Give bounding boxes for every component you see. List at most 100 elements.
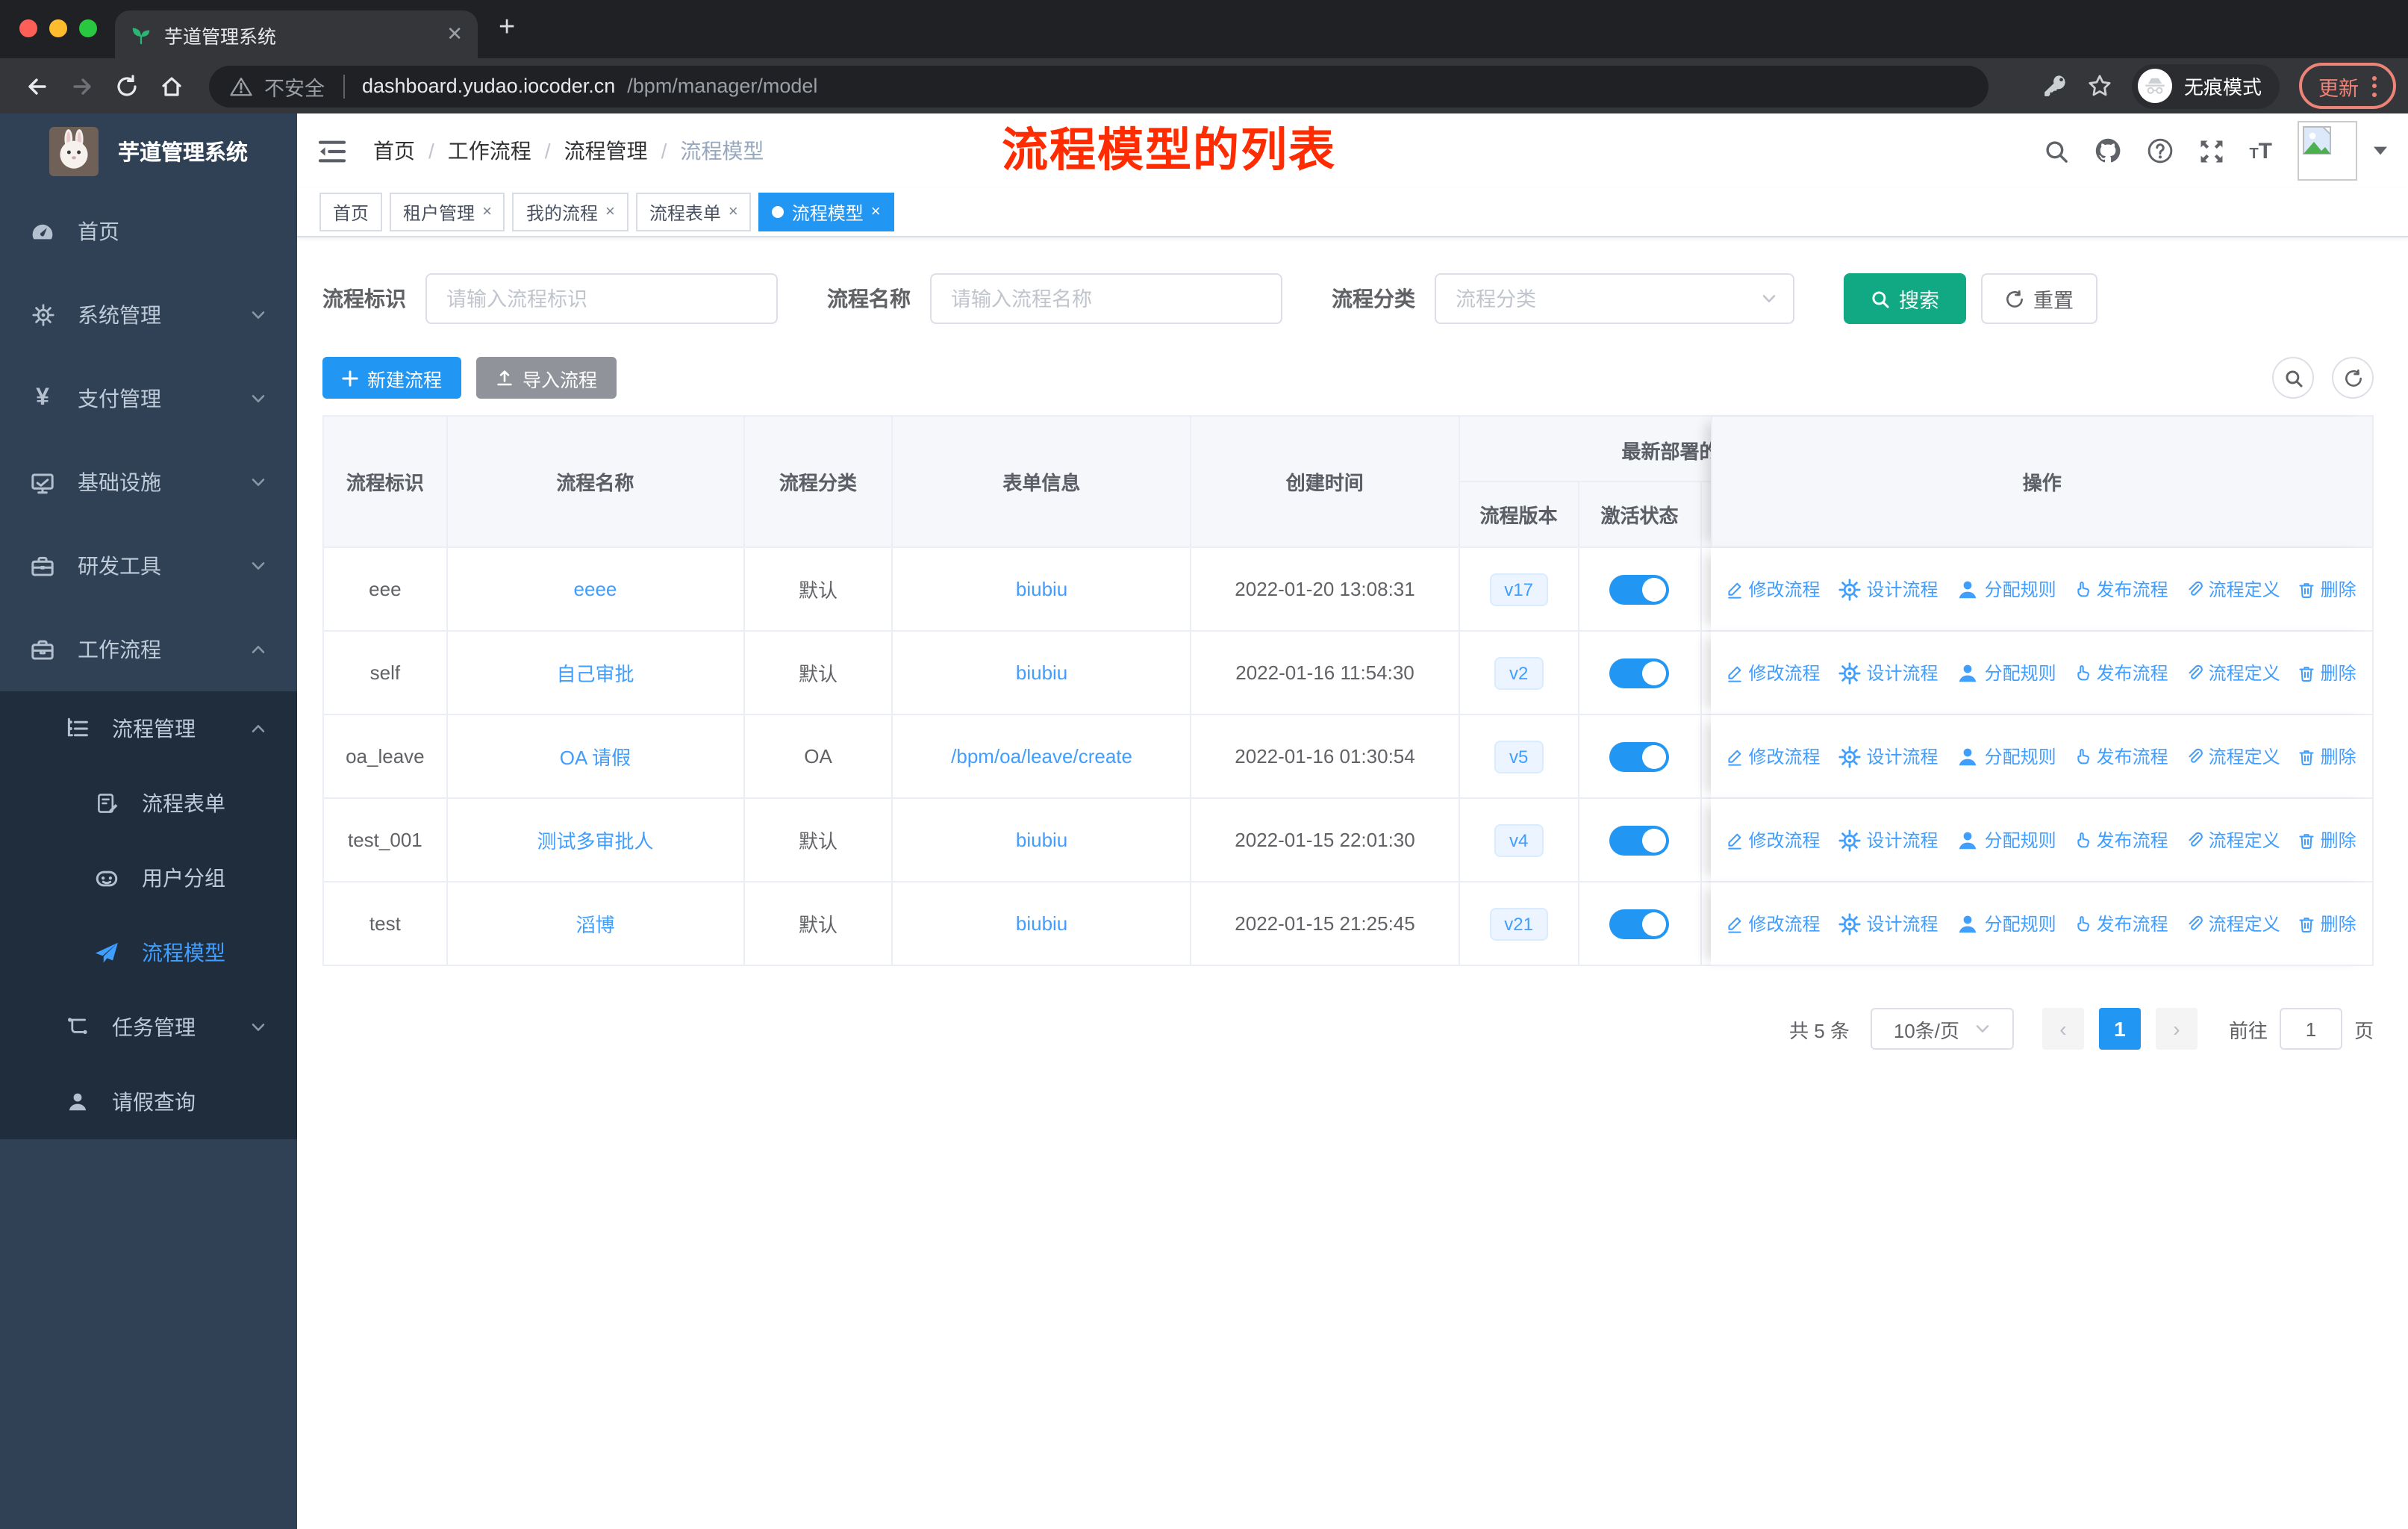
action-modify-link[interactable]: 修改流程 — [1727, 660, 1821, 685]
action-modify-link[interactable]: 修改流程 — [1727, 911, 1821, 936]
breadcrumb-item[interactable]: 工作流程 — [448, 136, 531, 166]
action-modify-link[interactable]: 修改流程 — [1727, 744, 1821, 769]
sidebar-item-bpm-model[interactable]: 流程模型 — [0, 915, 297, 990]
font-size-icon[interactable]: TT — [2249, 138, 2272, 164]
action-assign-link[interactable]: 分配规则 — [1956, 827, 2056, 853]
active-toggle[interactable] — [1609, 825, 1670, 855]
tag-bpm-form[interactable]: 流程表单 × — [635, 193, 752, 231]
sidebar-item-devtools[interactable]: 研发工具 — [0, 524, 297, 608]
url-bar[interactable]: 不安全 dashboard.yudao.iocoder.cn/bpm/manag… — [209, 65, 1989, 107]
sidebar-item-workflow[interactable]: 工作流程 — [0, 608, 297, 691]
process-name-link[interactable]: 滔博 — [576, 909, 614, 938]
github-icon[interactable] — [2094, 137, 2121, 164]
collapse-sidebar-button[interactable] — [318, 138, 346, 164]
refresh-table-button[interactable] — [2332, 357, 2374, 399]
close-window-button[interactable] — [19, 19, 37, 37]
sidebar-item-system[interactable]: 系统管理 — [0, 273, 297, 357]
create-process-button[interactable]: 新建流程 — [322, 357, 462, 399]
active-toggle[interactable] — [1609, 909, 1670, 938]
action-define-link[interactable]: 流程定义 — [2186, 576, 2280, 602]
form-info-link[interactable]: biubiu — [1016, 661, 1067, 684]
close-icon[interactable]: × — [729, 203, 738, 221]
action-assign-link[interactable]: 分配规则 — [1956, 576, 2056, 602]
action-modify-link[interactable]: 修改流程 — [1727, 827, 1821, 853]
help-icon[interactable] — [2146, 137, 2173, 164]
import-process-button[interactable]: 导入流程 — [476, 357, 617, 399]
close-icon[interactable]: × — [871, 203, 881, 221]
tag-bpm-model[interactable]: 流程模型 × — [758, 193, 894, 231]
tag-home[interactable]: 首页 — [319, 193, 383, 231]
action-define-link[interactable]: 流程定义 — [2186, 911, 2280, 936]
process-name-link[interactable]: eeee — [574, 578, 617, 600]
action-design-link[interactable]: 设计流程 — [1838, 744, 1938, 769]
sidebar-item-bpm-form[interactable]: 流程表单 — [0, 766, 297, 841]
action-define-link[interactable]: 流程定义 — [2186, 827, 2280, 853]
action-delete-link[interactable]: 删除 — [2298, 827, 2356, 853]
sidebar-item-home[interactable]: 首页 — [0, 190, 297, 273]
action-assign-link[interactable]: 分配规则 — [1956, 744, 2056, 769]
process-id-input[interactable] — [425, 273, 778, 324]
form-info-link[interactable]: biubiu — [1016, 578, 1067, 600]
breadcrumb-item[interactable]: 首页 — [373, 136, 415, 166]
sidebar-item-payment[interactable]: ¥ 支付管理 — [0, 357, 297, 440]
user-avatar[interactable] — [2298, 121, 2357, 181]
reload-button[interactable] — [115, 74, 139, 98]
page-size-select[interactable]: 10条/页 — [1870, 1008, 2014, 1050]
tab-close-icon[interactable]: ✕ — [446, 22, 463, 46]
new-tab-button[interactable]: + — [499, 12, 515, 45]
action-delete-link[interactable]: 删除 — [2298, 660, 2356, 685]
sidebar-item-infra[interactable]: 基础设施 — [0, 440, 297, 524]
sidebar-logo[interactable]: 芋道管理系统 — [0, 113, 297, 190]
action-assign-link[interactable]: 分配规则 — [1956, 660, 2056, 685]
action-modify-link[interactable]: 修改流程 — [1727, 576, 1821, 602]
show-search-button[interactable] — [2272, 357, 2314, 399]
action-design-link[interactable]: 设计流程 — [1838, 827, 1938, 853]
browser-update-button[interactable]: 更新 — [2299, 63, 2396, 109]
avatar-caret-icon[interactable] — [2374, 146, 2387, 155]
forward-button[interactable] — [70, 74, 94, 98]
search-icon[interactable] — [2043, 138, 2068, 164]
active-toggle[interactable] — [1609, 658, 1670, 688]
process-name-input[interactable] — [930, 273, 1282, 324]
form-info-link[interactable]: biubiu — [1016, 829, 1067, 851]
action-publish-link[interactable]: 发布流程 — [2074, 744, 2168, 769]
sidebar-item-leave-query[interactable]: 请假查询 — [0, 1065, 297, 1139]
prev-page-button[interactable]: ‹ — [2042, 1008, 2084, 1050]
action-delete-link[interactable]: 删除 — [2298, 911, 2356, 936]
browser-tab[interactable]: 芋道管理系统 ✕ — [115, 10, 478, 58]
tag-my-flow[interactable]: 我的流程 × — [512, 193, 628, 231]
breadcrumb-item[interactable]: 流程管理 — [564, 136, 648, 166]
search-button[interactable]: 搜索 — [1844, 273, 1966, 324]
home-button[interactable] — [160, 74, 184, 98]
category-select[interactable] — [1435, 273, 1794, 324]
close-icon[interactable]: × — [482, 203, 492, 221]
browser-menu-icon[interactable] — [2372, 75, 2377, 96]
action-design-link[interactable]: 设计流程 — [1838, 911, 1938, 936]
action-design-link[interactable]: 设计流程 — [1838, 576, 1938, 602]
action-define-link[interactable]: 流程定义 — [2186, 744, 2280, 769]
action-delete-link[interactable]: 删除 — [2298, 744, 2356, 769]
goto-page-input[interactable] — [2279, 1008, 2342, 1050]
action-publish-link[interactable]: 发布流程 — [2074, 911, 2168, 936]
window-controls[interactable] — [19, 19, 97, 37]
password-key-icon[interactable] — [2042, 73, 2068, 99]
process-name-link[interactable]: 自己审批 — [556, 658, 634, 687]
current-page-button[interactable]: 1 — [2098, 1008, 2141, 1050]
action-assign-link[interactable]: 分配规则 — [1956, 911, 2056, 936]
tag-tenant[interactable]: 租户管理 × — [390, 193, 505, 231]
fullscreen-icon[interactable] — [2198, 138, 2224, 164]
action-design-link[interactable]: 设计流程 — [1838, 660, 1938, 685]
close-icon[interactable]: × — [605, 203, 615, 221]
sidebar-item-task-manage[interactable]: 任务管理 — [0, 990, 297, 1065]
process-name-link[interactable]: 测试多审批人 — [537, 826, 653, 854]
form-info-link[interactable]: /bpm/oa/leave/create — [951, 745, 1132, 767]
next-page-button[interactable]: › — [2155, 1008, 2198, 1050]
action-publish-link[interactable]: 发布流程 — [2074, 660, 2168, 685]
sidebar-item-user-group[interactable]: 用户分组 — [0, 841, 297, 915]
sidebar-item-bpm-manage[interactable]: 流程管理 — [0, 691, 297, 766]
active-toggle[interactable] — [1609, 574, 1670, 604]
action-publish-link[interactable]: 发布流程 — [2074, 827, 2168, 853]
form-info-link[interactable]: biubiu — [1016, 912, 1067, 935]
active-toggle[interactable] — [1609, 741, 1670, 771]
back-button[interactable] — [25, 74, 49, 98]
